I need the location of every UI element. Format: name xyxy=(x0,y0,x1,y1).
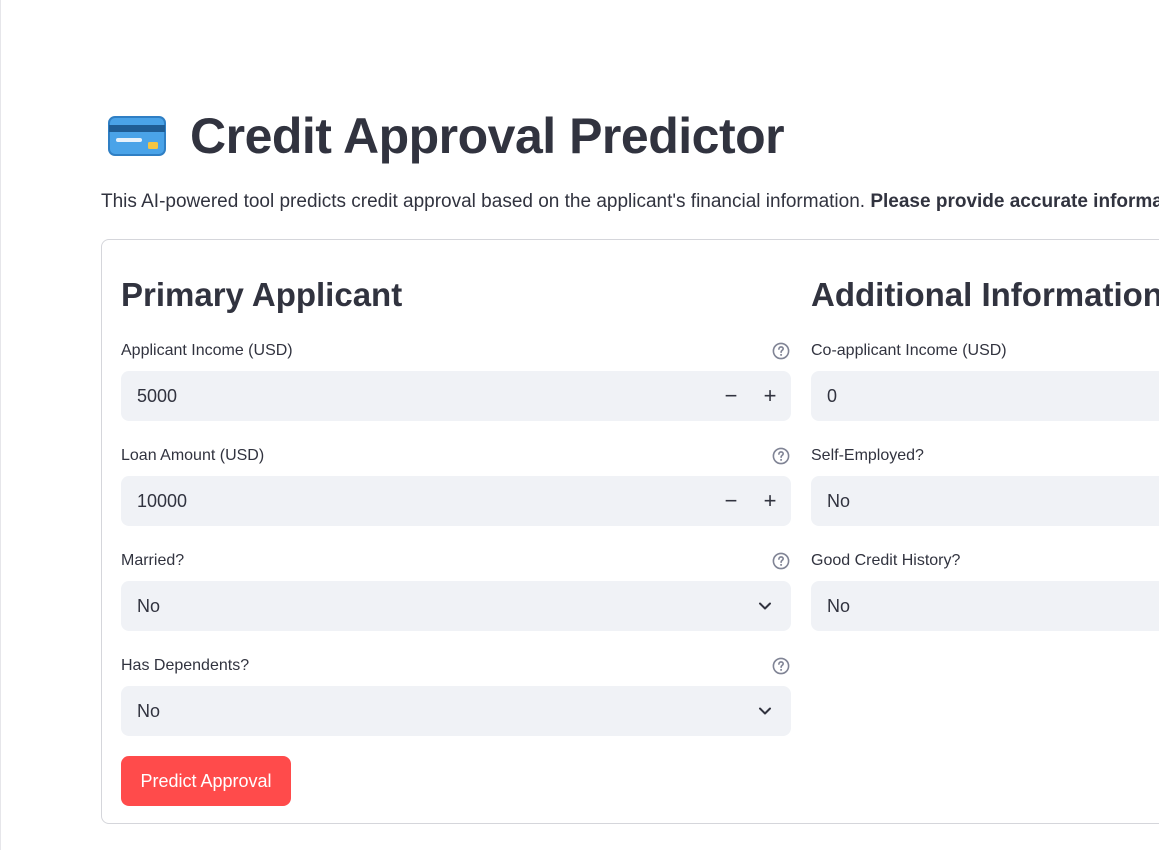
intro-text: This AI-powered tool predicts credit app… xyxy=(101,191,1159,213)
self-employed-label: Self-Employed? xyxy=(811,447,924,464)
credit-history-select[interactable]: No xyxy=(811,581,1159,631)
married-select[interactable]: No xyxy=(121,581,791,631)
primary-applicant-heading: Primary Applicant xyxy=(121,276,403,313)
intro-regular: This AI-powered tool predicts credit app… xyxy=(101,191,871,212)
increment-button[interactable]: + xyxy=(750,476,790,526)
help-icon[interactable] xyxy=(772,342,790,360)
decrement-button[interactable]: − xyxy=(711,476,751,526)
applicant-income-value: 5000 xyxy=(137,385,178,406)
coapplicant-income-label: Co-applicant Income (USD) xyxy=(811,342,1007,359)
dependents-select[interactable]: No xyxy=(121,686,791,736)
loan-amount-value: 10000 xyxy=(137,490,188,511)
credit-history-label: Good Credit History? xyxy=(811,552,961,569)
credit-history-value: No xyxy=(827,595,851,616)
help-icon[interactable] xyxy=(772,552,790,570)
decrement-button[interactable]: − xyxy=(711,371,751,421)
additional-information-heading: Additional Information xyxy=(811,276,1159,313)
dependents-label: Has Dependents? xyxy=(121,657,250,674)
credit-card-icon xyxy=(108,116,166,156)
applicant-income-label: Applicant Income (USD) xyxy=(121,342,293,359)
self-employed-value: No xyxy=(827,490,851,511)
chevron-down-icon xyxy=(759,707,771,715)
coapplicant-income-value: 0 xyxy=(827,385,838,406)
coapplicant-income-input[interactable]: 0 xyxy=(811,371,1159,421)
increment-button[interactable]: + xyxy=(750,371,790,421)
loan-amount-input[interactable]: 10000 − + xyxy=(121,476,791,526)
help-icon[interactable] xyxy=(772,447,790,465)
chevron-down-icon xyxy=(759,602,771,610)
intro-bold: Please provide accurate informati xyxy=(870,191,1159,212)
self-employed-select[interactable]: No xyxy=(811,476,1159,526)
page-left-border xyxy=(0,0,1,850)
applicant-income-input[interactable]: 5000 − + xyxy=(121,371,791,421)
loan-amount-label: Loan Amount (USD) xyxy=(121,447,265,464)
dependents-value: No xyxy=(137,700,161,721)
page-header: Credit Approval Predictor xyxy=(108,104,785,168)
form-container xyxy=(101,239,1159,824)
married-label: Married? xyxy=(121,552,185,569)
help-icon[interactable] xyxy=(772,657,790,675)
page-title: Credit Approval Predictor xyxy=(190,108,785,164)
predict-approval-button[interactable]: Predict Approval xyxy=(121,756,291,806)
married-value: No xyxy=(137,595,161,616)
